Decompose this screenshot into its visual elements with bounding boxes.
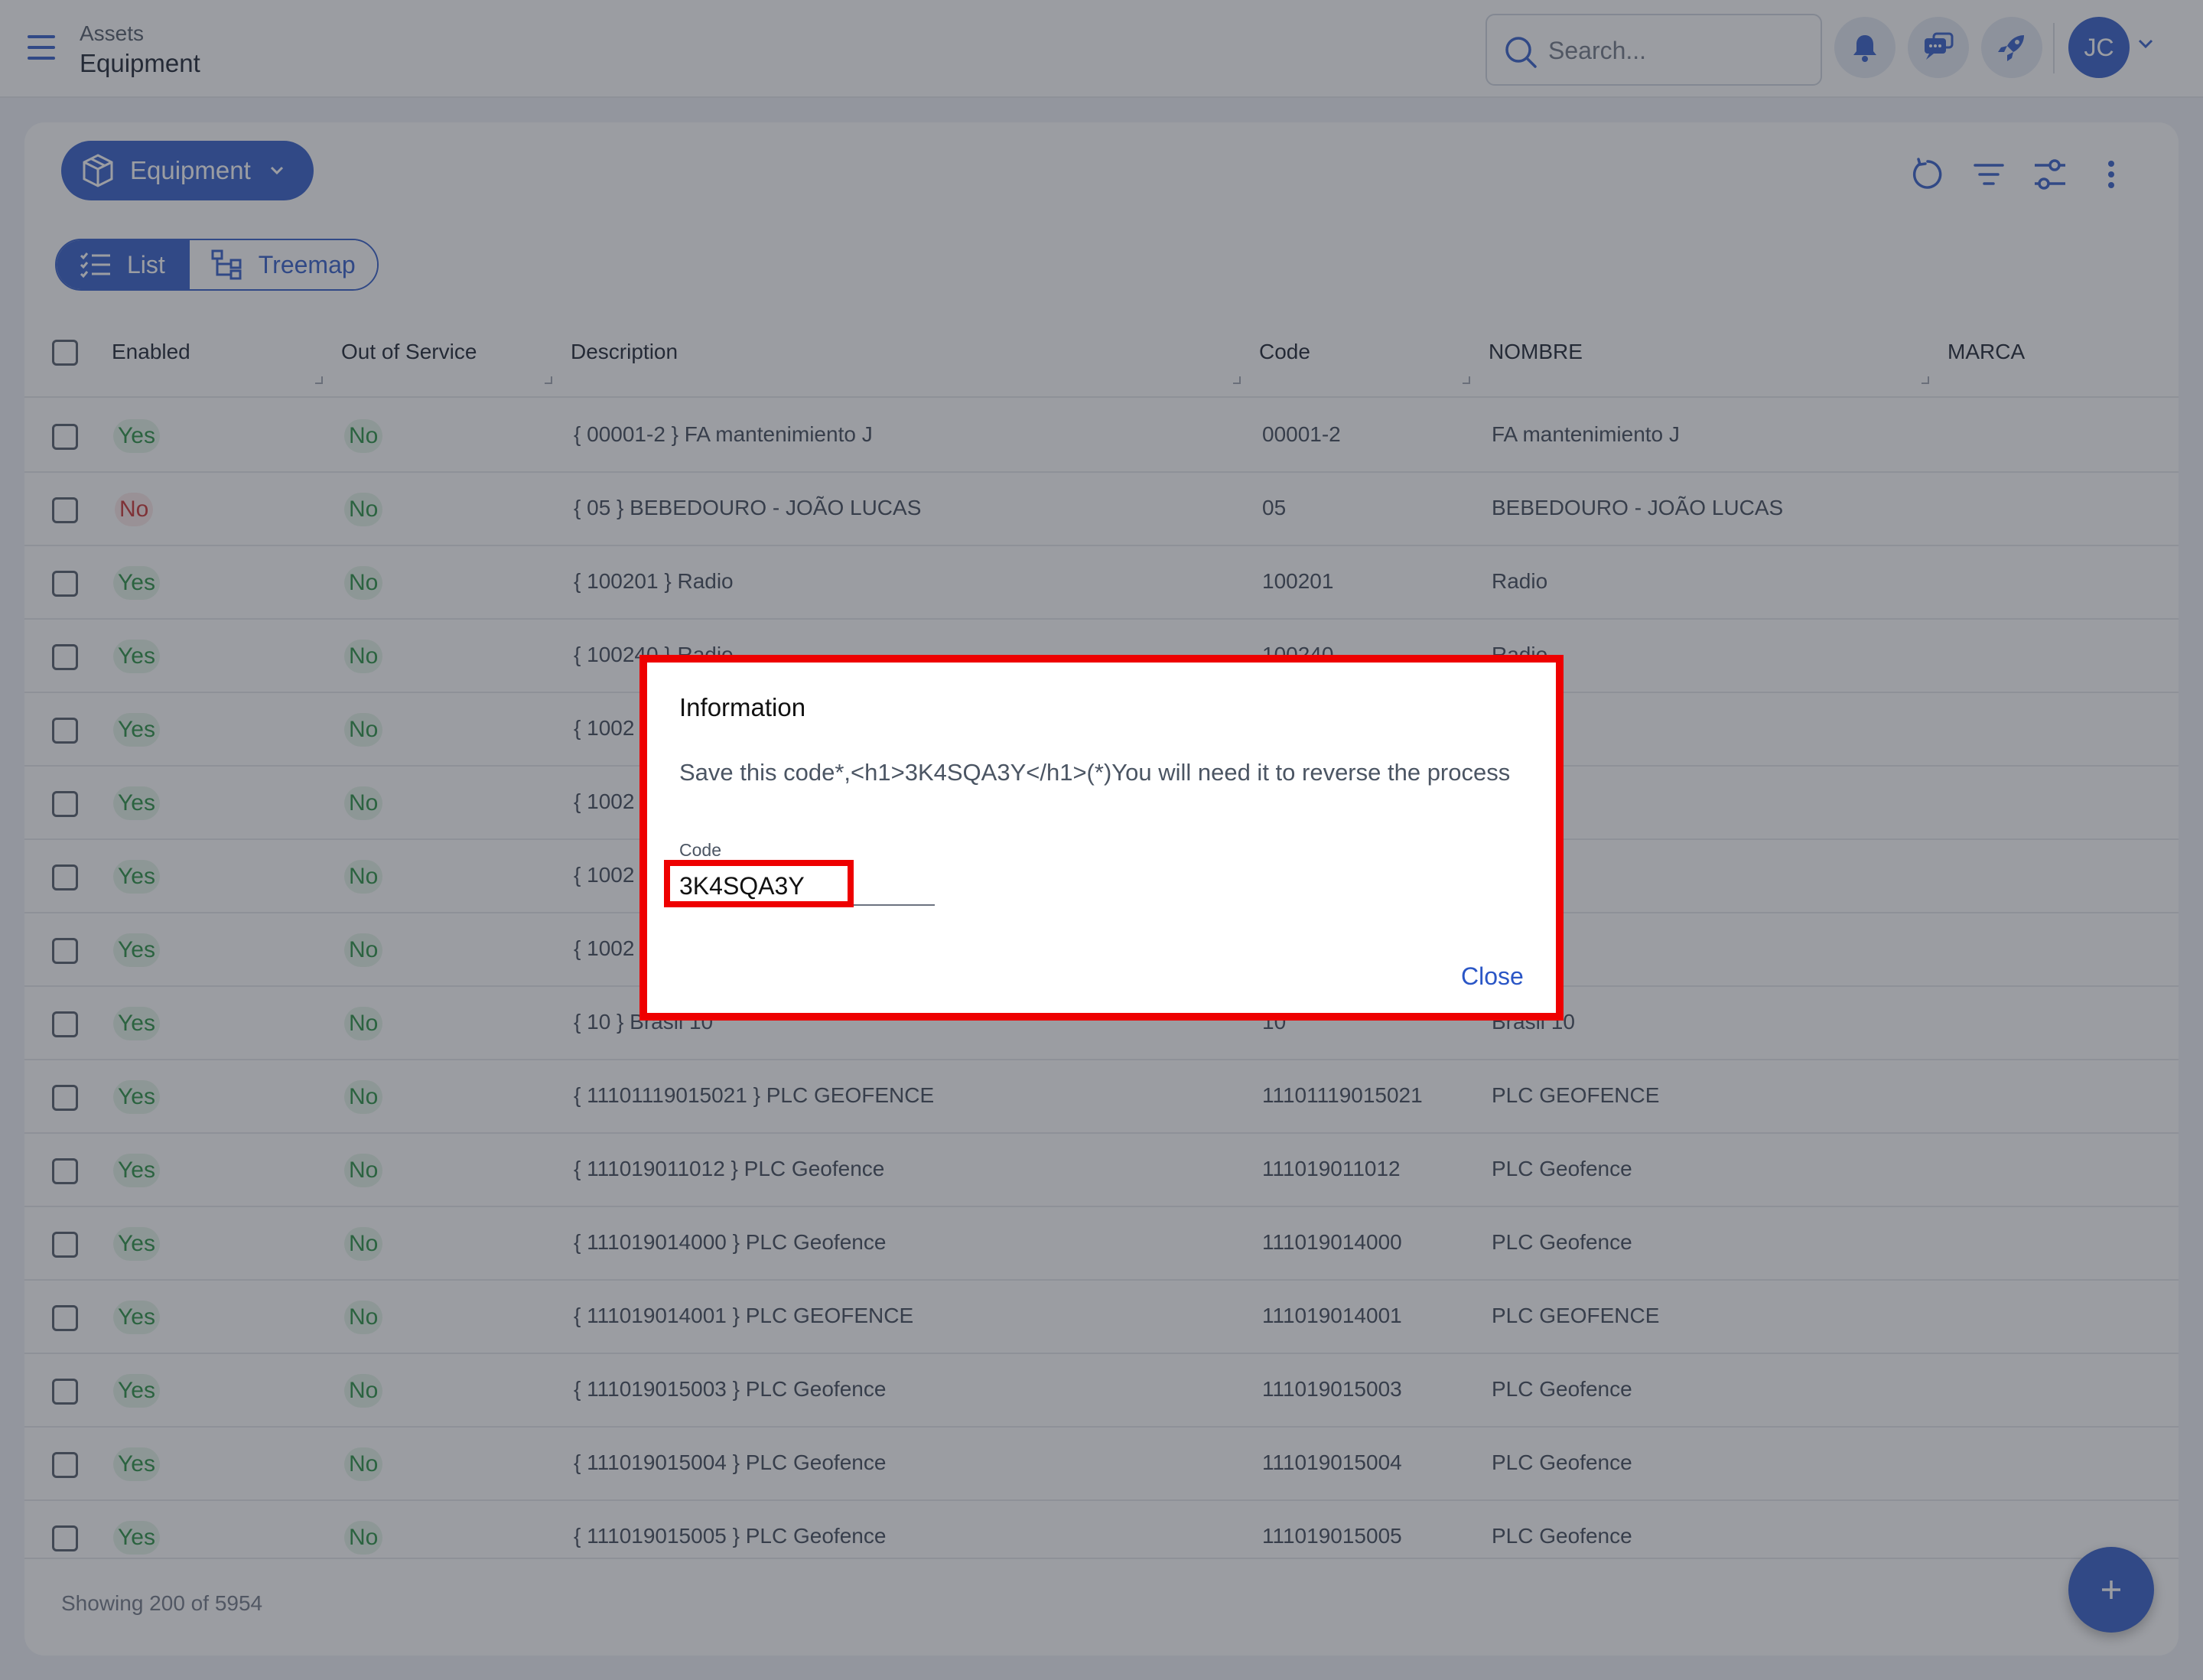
code-field[interactable]: [679, 868, 935, 906]
dialog-title: Information: [679, 693, 806, 721]
information-dialog: Information Save this code*,<h1>3K4SQA3Y…: [639, 655, 1564, 1021]
code-field-label: Code: [679, 840, 721, 860]
dialog-message: Save this code*,<h1>3K4SQA3Y</h1>(*)You …: [679, 759, 1511, 786]
close-button[interactable]: Close: [1461, 962, 1524, 991]
code-input[interactable]: [679, 871, 932, 901]
